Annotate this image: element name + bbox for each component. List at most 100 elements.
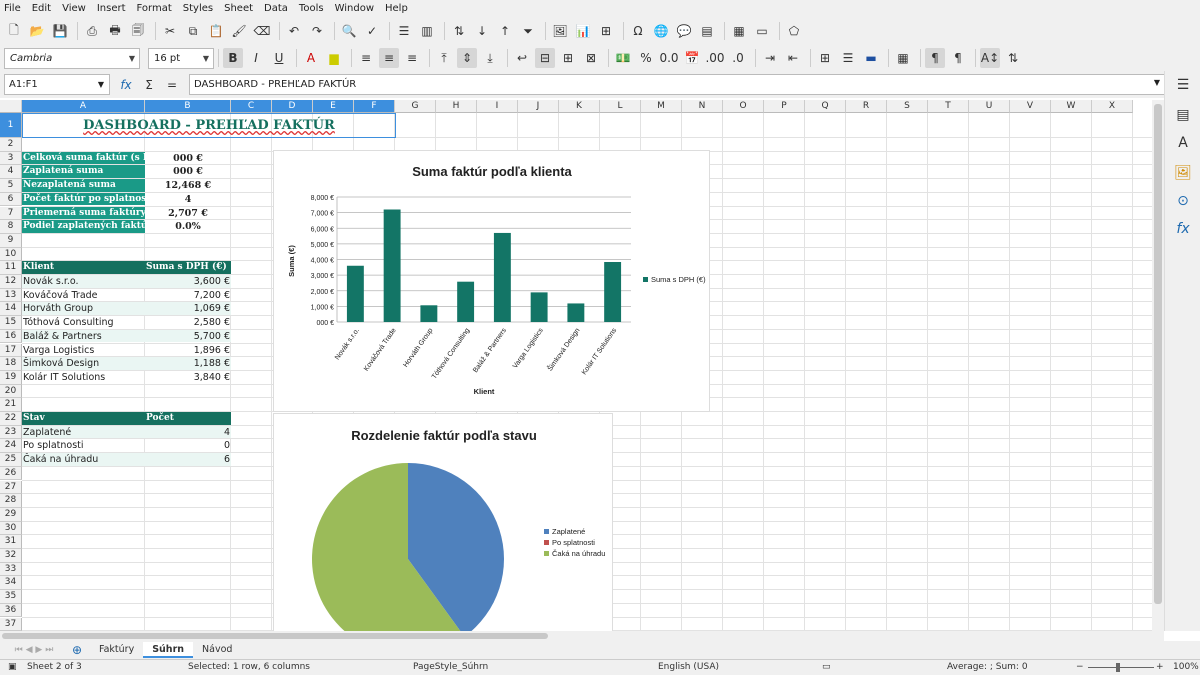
sort-descending-icon[interactable]: ↑ xyxy=(495,21,515,41)
zoom-in-icon[interactable]: + xyxy=(1156,662,1164,672)
row-header[interactable]: 32 xyxy=(0,549,22,563)
summary-value[interactable]: 4 xyxy=(145,193,231,206)
row-header[interactable]: 16 xyxy=(0,329,22,344)
row-header[interactable]: 18 xyxy=(0,357,22,371)
clients-header-suma[interactable]: Suma s DPH (€) xyxy=(145,261,231,274)
print-preview-icon[interactable]: 🗐 xyxy=(128,21,148,41)
decrease-indent-icon[interactable]: ⇤ xyxy=(783,48,803,68)
menu-item-format[interactable]: Format xyxy=(137,3,172,14)
client-name[interactable]: Tóthová Consulting xyxy=(22,316,145,329)
row-header[interactable]: 29 xyxy=(0,507,22,522)
align-middle-icon[interactable]: ⇕ xyxy=(457,48,477,68)
sort-icon[interactable]: ⇅ xyxy=(449,21,469,41)
row-header[interactable]: 7 xyxy=(0,206,22,221)
column-header[interactable]: Q xyxy=(805,100,846,113)
border-color-icon[interactable]: ▬ xyxy=(861,48,881,68)
italic-icon[interactable]: I xyxy=(246,48,266,68)
row-header[interactable]: 3 xyxy=(0,151,22,166)
status-header-stav[interactable]: Stav xyxy=(22,412,145,425)
split-cells-icon[interactable]: ⊠ xyxy=(581,48,601,68)
spreadsheet-grid[interactable]: ABCDEFGHIJKLMNOPQRSTUVWX 1 2 3 4 5 6 7 8 9 10 11 12… xyxy=(0,100,1152,631)
column-header[interactable]: D xyxy=(272,100,313,113)
column-header[interactable]: G xyxy=(395,100,436,113)
vertical-scrollbar[interactable] xyxy=(1152,100,1164,631)
clone-formatting-icon[interactable]: 🖌 xyxy=(229,21,249,41)
status-language[interactable]: English (USA) xyxy=(658,662,719,672)
align-right-icon[interactable]: ≡ xyxy=(402,48,422,68)
summary-label[interactable]: Zaplatená suma xyxy=(22,165,145,179)
vertical-text-icon[interactable]: A↕ xyxy=(980,48,1000,68)
column-header[interactable]: B xyxy=(145,100,231,113)
comment-icon[interactable]: 💬 xyxy=(674,21,694,41)
properties-icon[interactable]: ▤ xyxy=(1174,107,1192,125)
vertical-text-2-icon[interactable]: ⇅ xyxy=(1003,48,1023,68)
horizontal-scrollbar[interactable] xyxy=(0,631,1164,641)
row-header[interactable]: 28 xyxy=(0,494,22,508)
column-header[interactable]: N xyxy=(682,100,723,113)
row-header[interactable]: 13 xyxy=(0,288,22,303)
zoom-out-icon[interactable]: − xyxy=(1076,662,1084,672)
row-header[interactable]: 20 xyxy=(0,384,22,399)
row-header[interactable]: 15 xyxy=(0,316,22,330)
chevron-down-icon[interactable]: ▼ xyxy=(203,54,209,63)
column-header[interactable]: M xyxy=(641,100,682,113)
function-wizard-icon[interactable]: fx xyxy=(116,75,136,95)
summary-label[interactable]: Počet faktúr po splatnosti xyxy=(22,192,145,206)
save-icon[interactable]: 💾 xyxy=(50,21,70,41)
sum-icon[interactable]: Σ xyxy=(139,75,159,95)
show-draw-functions-icon[interactable]: ⬠ xyxy=(784,21,804,41)
column-header[interactable]: P xyxy=(764,100,805,113)
column-header[interactable]: J xyxy=(518,100,559,113)
navigator-icon[interactable]: ⊙ xyxy=(1174,193,1192,211)
row-header[interactable]: 35 xyxy=(0,590,22,604)
summary-value[interactable]: 2,707 € xyxy=(145,207,231,220)
define-print-area-icon[interactable]: ▦ xyxy=(729,21,749,41)
increase-indent-icon[interactable]: ⇥ xyxy=(760,48,780,68)
sort-ascending-icon[interactable]: ↓ xyxy=(472,21,492,41)
column-icon[interactable]: ▥ xyxy=(417,21,437,41)
sheet-navigation-icon[interactable]: ⏮ ◀ ▶ ⏭ xyxy=(4,640,64,660)
column-header[interactable]: S xyxy=(887,100,928,113)
sidebar-menu-icon[interactable]: ☰ xyxy=(1174,77,1192,95)
client-name[interactable]: Varga Logistics xyxy=(22,344,145,357)
border-style-icon[interactable]: ☰ xyxy=(838,48,858,68)
row-header[interactable]: 10 xyxy=(0,247,22,262)
client-name[interactable]: Novák s.r.o. xyxy=(22,275,145,288)
freeze-rows-icon[interactable]: ▭ xyxy=(752,21,772,41)
align-bottom-icon[interactable]: ⤓ xyxy=(480,48,500,68)
tab-suhrn[interactable]: Súhrn xyxy=(143,642,194,658)
column-header[interactable]: E xyxy=(313,100,354,113)
summary-value[interactable]: 0.0% xyxy=(145,220,231,233)
menu-item-edit[interactable]: Edit xyxy=(32,3,51,14)
column-header[interactable]: C xyxy=(231,100,272,113)
row-header[interactable]: 33 xyxy=(0,562,22,577)
column-header[interactable]: L xyxy=(600,100,641,113)
status-count[interactable]: 6 xyxy=(145,453,231,466)
cut-icon[interactable]: ✂ xyxy=(160,21,180,41)
menu-item-sheet[interactable]: Sheet xyxy=(224,3,253,14)
row-header[interactable]: 5 xyxy=(0,179,22,193)
row-header[interactable]: 31 xyxy=(0,535,22,549)
clear-formatting-icon[interactable]: ⌫ xyxy=(252,21,272,41)
summary-label[interactable]: Nezaplatená suma xyxy=(22,179,145,192)
insert-image-icon[interactable]: 🖼 xyxy=(550,21,570,41)
wrap-text-icon[interactable]: ↩ xyxy=(512,48,532,68)
functions-icon[interactable]: fx xyxy=(1174,221,1192,239)
row-header[interactable]: 4 xyxy=(0,165,22,180)
row-header[interactable]: 8 xyxy=(0,220,22,234)
formula-equals-icon[interactable]: = xyxy=(162,75,182,95)
summary-value[interactable]: 12,468 € xyxy=(145,179,231,192)
align-top-icon[interactable]: ⤒ xyxy=(434,48,454,68)
row-header[interactable]: 17 xyxy=(0,343,22,358)
align-left-icon[interactable]: ≡ xyxy=(356,48,376,68)
styles-icon[interactable]: A xyxy=(1174,135,1192,153)
font-size-box[interactable]: 16 pt ▼ xyxy=(148,47,214,69)
client-amount[interactable]: 3,600 € xyxy=(145,275,231,288)
summary-value[interactable]: 000 € xyxy=(145,165,231,178)
pivot-table-icon[interactable]: ⊞ xyxy=(596,21,616,41)
column-header[interactable]: A xyxy=(22,100,145,113)
undo-icon[interactable]: ↶ xyxy=(284,21,304,41)
column-header[interactable]: K xyxy=(559,100,600,113)
print-icon[interactable]: 🖶 xyxy=(105,21,125,41)
row-header[interactable]: 27 xyxy=(0,480,22,495)
